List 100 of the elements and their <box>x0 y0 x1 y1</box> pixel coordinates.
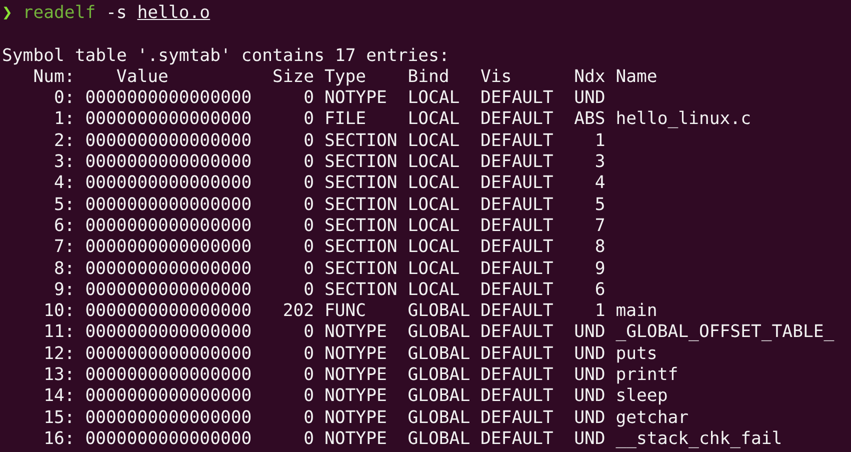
table-cell: 0 <box>304 428 314 450</box>
table-cell-text: main <box>616 301 658 322</box>
table-cell: 202 <box>282 301 314 322</box>
table-cell: DEFAULT <box>480 322 554 344</box>
table-cell: 0 <box>304 386 314 408</box>
table-cell-text: __stack_chk_fail <box>616 428 784 450</box>
table-cell: DEFAULT <box>480 109 554 131</box>
table-cell-text: NOTYPE <box>324 408 388 429</box>
table-cell-text: sleep <box>616 386 669 408</box>
table-cell: 0000000000000000 <box>85 88 252 110</box>
table-cell: 0 <box>304 216 314 238</box>
table-cell: 5 <box>594 194 606 216</box>
table-cell: UND <box>574 365 606 386</box>
table-cell-text: LOCAL <box>408 280 461 302</box>
table-cell: DEFAULT <box>480 216 554 238</box>
table-cell-text: NOTYPE <box>324 344 388 366</box>
table-cell: UND <box>574 428 606 450</box>
table-cell: 0000000000000000 <box>85 173 252 195</box>
table-cell: DEFAULT <box>480 280 554 302</box>
table-cell: 4: <box>54 173 75 195</box>
table-cell-text: FILE <box>324 109 368 131</box>
table-cell-text: LOCAL <box>408 173 461 195</box>
table-cell-text: NOTYPE <box>324 322 388 344</box>
table-cell: 0000000000000000 <box>85 280 252 302</box>
column-header: Bind <box>408 66 450 88</box>
table-cell: GLOBAL <box>408 408 470 429</box>
table-cell: UND <box>574 408 606 429</box>
table-cell-text: getchar <box>616 408 690 429</box>
table-cell: GLOBAL <box>408 322 470 344</box>
column-header: Type <box>324 66 368 88</box>
table-cell: 0000000000000000 <box>85 301 252 322</box>
table-cell: DEFAULT <box>480 301 554 322</box>
table-cell-text: NOTYPE <box>324 428 388 450</box>
table-cell: UND <box>574 386 606 408</box>
table-cell-text: LOCAL <box>408 258 461 280</box>
table-cell: 5: <box>54 194 75 216</box>
table-cell-text: FUNC <box>324 301 368 322</box>
table-cell: 0 <box>304 280 314 302</box>
table-cell-text: _GLOBAL_OFFSET_TABLE_ <box>616 322 836 344</box>
column-header: Name <box>616 66 658 88</box>
table-cell-text: hello_linux.c <box>616 109 752 131</box>
column-header: Value <box>116 66 170 88</box>
table-cell: SECTION <box>324 237 398 259</box>
table-cell-text: LOCAL <box>408 88 461 110</box>
table-cell: DEFAULT <box>480 408 554 429</box>
table-cell: 0 <box>304 344 314 366</box>
table-cell: 10: <box>44 301 75 322</box>
table-cell: 0000000000000000 <box>85 237 252 259</box>
table-cell: UND <box>574 322 606 344</box>
table-cell: SECTION <box>324 152 398 174</box>
table-cell: 0000000000000000 <box>85 109 252 131</box>
table-cell: DEFAULT <box>480 344 554 366</box>
table-cell: SECTION <box>324 280 398 302</box>
table-cell: 14: <box>44 386 75 408</box>
table-cell: 0 <box>304 322 314 344</box>
table-cell-text: printf <box>616 365 680 386</box>
table-summary: Symbol table '.symtab' contains 17 entries: <box>2 46 450 67</box>
table-cell: 9 <box>594 258 606 280</box>
table-cell: DEFAULT <box>480 88 554 110</box>
table-cell: 0000000000000000 <box>85 152 252 174</box>
table-cell-text: puts <box>616 344 658 366</box>
table-cell: DEFAULT <box>480 258 554 280</box>
table-cell: DEFAULT <box>480 152 554 174</box>
column-header: Num: <box>33 66 75 88</box>
table-cell: GLOBAL <box>408 386 470 408</box>
table-cell: 0 <box>304 109 314 131</box>
column-header: Size <box>272 66 314 88</box>
table-cell: 0 <box>304 152 314 174</box>
table-cell: 6 <box>594 280 606 302</box>
table-cell: 1 <box>594 301 606 322</box>
table-cell: DEFAULT <box>480 386 554 408</box>
table-cell: 15: <box>44 408 75 429</box>
table-cell-text: LOCAL <box>408 109 461 131</box>
table-cell: 2: <box>54 130 75 152</box>
table-cell: 0 <box>304 173 314 195</box>
table-cell: SECTION <box>324 130 398 152</box>
table-cell: 0: <box>54 88 75 110</box>
table-cell: DEFAULT <box>480 237 554 259</box>
table-cell: 0000000000000000 <box>85 194 252 216</box>
table-cell-text: NOTYPE <box>324 386 388 408</box>
table-cell: GLOBAL <box>408 428 470 450</box>
table-cell: DEFAULT <box>480 130 554 152</box>
table-cell: 0 <box>304 365 314 386</box>
table-cell: 6: <box>54 216 75 238</box>
table-cell-text: NOTYPE <box>324 365 388 386</box>
table-cell: UND <box>574 344 606 366</box>
table-cell: DEFAULT <box>480 194 554 216</box>
table-cell: 0000000000000000 <box>85 322 252 344</box>
table-cell: UND <box>574 88 606 110</box>
table-cell: 0 <box>304 88 314 110</box>
command-text: readelf <box>22 3 96 24</box>
table-cell: DEFAULT <box>480 428 554 450</box>
table-cell: 0 <box>304 194 314 216</box>
table-cell: 3 <box>594 152 606 174</box>
table-cell: 0000000000000000 <box>85 428 252 450</box>
table-cell: 0000000000000000 <box>85 216 252 238</box>
table-cell: SECTION <box>324 258 398 280</box>
table-cell: 1 <box>594 130 606 152</box>
table-cell: 0 <box>304 130 314 152</box>
table-cell-text: LOCAL <box>408 130 461 152</box>
